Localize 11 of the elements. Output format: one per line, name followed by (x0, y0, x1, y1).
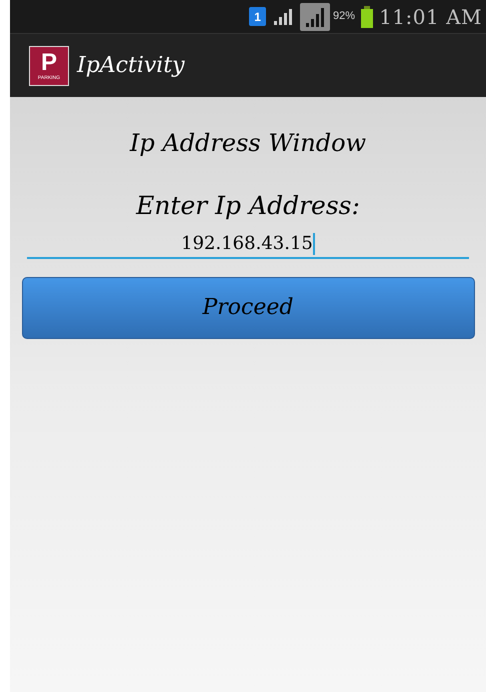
sim-icon: 1 (249, 7, 266, 26)
signal-icon (300, 2, 330, 30)
ip-address-field[interactable]: 192.168.43.15 (27, 228, 469, 258)
app-title: IpActivity (77, 52, 185, 80)
battery-icon (361, 6, 374, 28)
field-label: Enter Ip Address: (136, 190, 360, 222)
clock: 11:01 AM (379, 4, 482, 30)
signal-icon (272, 6, 294, 26)
battery-percent: 92% (333, 9, 356, 24)
proceed-button[interactable]: Proceed (22, 276, 474, 338)
screen-heading: Ip Address Window (130, 128, 366, 159)
